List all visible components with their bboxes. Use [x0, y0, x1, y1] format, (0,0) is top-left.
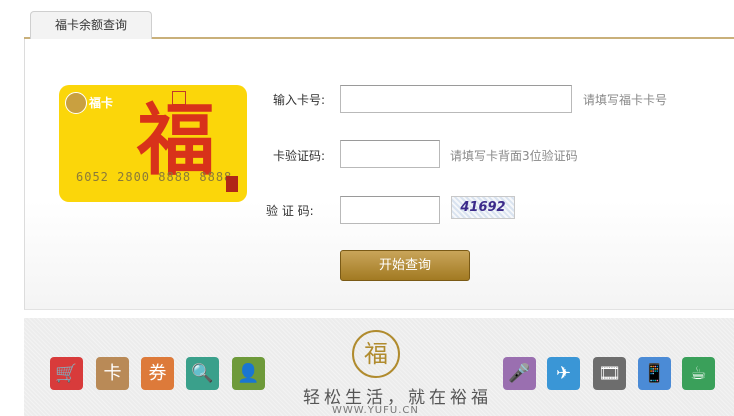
fuka-logo-icon	[65, 92, 87, 114]
captcha-input[interactable]	[340, 196, 440, 224]
card-number-input[interactable]	[340, 85, 572, 113]
contact-card-icon[interactable]: 👤	[232, 357, 265, 390]
tab-balance-query[interactable]: 福卡余额查询	[30, 11, 152, 39]
airplane-icon[interactable]: ✈	[547, 357, 580, 390]
verify-code-input[interactable]	[340, 140, 440, 168]
cart-icon-glyph: 🛒	[55, 363, 78, 384]
search-doc-icon[interactable]: 🔍	[186, 357, 219, 390]
gift-card-icon[interactable]: 卡	[96, 357, 129, 390]
footer-url: WWW.YUFU.CN	[332, 405, 419, 416]
captcha-label: 验 证 码:	[266, 204, 314, 218]
mobile-phone-icon[interactable]: 📱	[638, 357, 671, 390]
start-query-button[interactable]: 开始查询	[340, 250, 470, 281]
card-number-sample: 6052 2800 8888 8888	[76, 170, 233, 184]
ticket-icon-glyph: 券	[148, 363, 167, 384]
card-red-seal	[226, 176, 238, 192]
cart-icon[interactable]: 🛒	[50, 357, 83, 390]
airplane-icon-glyph: ✈	[555, 363, 572, 384]
ticket-icon[interactable]: 券	[141, 357, 174, 390]
microphone-icon-glyph: 🎤	[508, 363, 531, 384]
contact-card-icon-glyph: 👤	[237, 363, 260, 384]
film-icon[interactable]: 🎞	[593, 357, 626, 390]
yufu-emblem-icon: 福	[352, 330, 400, 378]
card-number-hint: 请填写福卡卡号	[583, 93, 668, 107]
mobile-phone-icon-glyph: 📱	[643, 363, 666, 384]
fuka-card-image: 福卡 福 6052 2800 8888 8888	[59, 85, 247, 202]
verify-code-label: 卡验证码:	[273, 149, 326, 163]
search-doc-icon-glyph: 🔍	[191, 363, 214, 384]
card-number-label: 输入卡号:	[273, 93, 326, 107]
film-icon-glyph: 🎞	[598, 363, 621, 384]
tab-bar: 福卡余额查询	[24, 0, 734, 39]
verify-code-hint: 请填写卡背面3位验证码	[450, 149, 578, 163]
captcha-image[interactable]: 41692	[451, 196, 515, 219]
coffee-cup-icon[interactable]: ☕	[682, 357, 715, 390]
card-brand: 福卡	[89, 96, 114, 110]
microphone-icon[interactable]: 🎤	[503, 357, 536, 390]
gift-card-icon-glyph: 卡	[103, 363, 122, 384]
coffee-cup-icon-glyph: ☕	[690, 363, 707, 384]
